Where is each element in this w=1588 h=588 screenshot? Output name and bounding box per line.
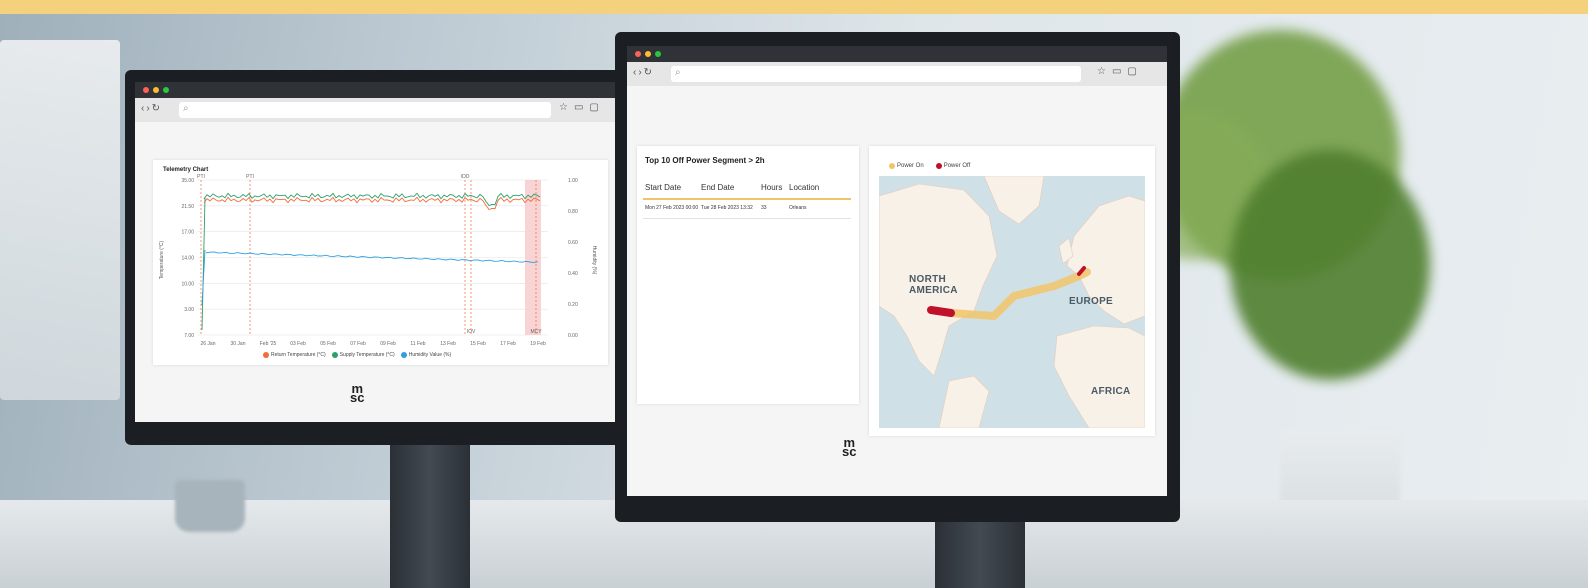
reader-icon[interactable]: ▭ [1112,66,1121,77]
toolbar-icons: ☆ ▭ ▢ [1097,66,1137,77]
table-header: Start Date End Date Hours Location [645,183,819,192]
tabs-icon[interactable]: ▢ [1127,66,1136,77]
map-legend: Power On Power Off [889,163,970,169]
x-tick-label: 13 Feb [440,341,456,347]
browser-chrome: ‹›↻ ⌕ ☆ ▭ ▢ [135,82,623,122]
y-left-tick-label: 7.00 [184,333,194,339]
world-map[interactable]: NORTH AMERICA EUROPE AFRICA [879,176,1145,428]
window-controls [143,87,169,93]
y-left-tick-label: 21.50 [181,204,194,210]
right-monitor: ‹›↻ ⌕ ☆ ▭ ▢ Top 10 Off Power Segment > 2… [615,32,1180,522]
y-left-tick-label: 14.00 [181,256,194,262]
event-marker-label: IOD [461,174,470,180]
legend-power-off[interactable]: Power Off [935,163,970,169]
x-tick-label: 19 Feb [530,341,546,347]
event-marker-label: MCY [530,329,542,335]
x-tick-label: 15 Feb [470,341,486,347]
y-left-tick-label: 17.00 [181,230,194,236]
maximize-dot[interactable] [163,87,169,93]
table-row[interactable]: Mon 27 Feb 2023 00:00 Tue 28 Feb 2023 13… [645,205,807,211]
y-left-tick-label: 35.00 [181,178,194,184]
greenland-landmass [983,176,1045,225]
star-icon[interactable]: ☆ [559,102,568,113]
chart-legend: Return Temperature (°C) Supply Temperatu… [263,352,451,358]
y-left-axis-title: Temperature (°C) [159,240,165,279]
map-label-europe: EUROPE [1069,296,1114,307]
return-temp-line [203,196,541,211]
nav-arrows[interactable]: ‹›↻ [141,103,162,114]
x-tick-label: 05 Feb [320,341,336,347]
col-end-date[interactable]: End Date [701,183,761,192]
msc-logo: m sc [350,381,365,405]
legend-supply-temp[interactable]: Supply Temperature (°C) [331,352,395,358]
legend-power-on[interactable]: Power On [889,163,924,169]
background-monitor [0,40,120,400]
route-power-off[interactable] [927,306,955,317]
y-right-tick-label: 0.00 [568,333,578,339]
event-marker-label: PTI [197,174,205,180]
alarm-shaded-region [525,180,541,335]
y-right-tick-label: 0.60 [568,240,578,246]
y-right-tick-label: 0.20 [568,302,578,308]
x-tick-label: 03 Feb [290,341,306,347]
y-left-tick-label: 10.00 [181,281,194,287]
x-tick-label: 09 Feb [380,341,396,347]
y-right-tick-label: 1.00 [568,178,578,184]
x-tick-label: 30 Jan [230,341,245,347]
col-location[interactable]: Location [789,183,819,192]
tabs-icon[interactable]: ▢ [589,102,598,113]
event-marker-label: IOV [467,329,476,335]
map-label-africa: AFRICA [1091,386,1131,397]
telemetry-chart-panel: Telemetry Chart 35.00 21.50 17.00 14.00 10.0… [153,160,608,365]
south-america-landmass [938,375,990,428]
maximize-dot[interactable] [655,51,661,57]
table-title: Top 10 Off Power Segment > 2h [645,156,765,165]
address-field[interactable]: ⌕ [671,66,1081,82]
browser-chrome: ‹›↻ ⌕ ☆ ▭ ▢ [627,46,1167,86]
minimize-dot[interactable] [645,51,651,57]
header-underline [643,198,851,200]
y-right-tick-label: 0.80 [568,209,578,215]
route-map-panel: Power On Power Off NORTH AMERICA EUROPE … [869,146,1155,436]
url-bar: ‹›↻ ⌕ ☆ ▭ ▢ [627,62,1167,86]
address-field[interactable]: ⌕ [179,102,551,118]
x-tick-label: 17 Feb [500,341,516,347]
toolbar-icons: ☆ ▭ ▢ [559,102,599,113]
africa-landmass [1053,325,1145,428]
x-tick-label: 11 Feb [410,341,425,347]
close-dot[interactable] [143,87,149,93]
search-icon: ⌕ [183,103,189,114]
y-right-axis-title: Humidity (%) [591,246,597,275]
top-accent-strip [0,0,1588,14]
x-tick-label: Feb '25 [260,341,277,347]
x-tick-label: 07 Feb [350,341,366,347]
y-right-tick-label: 0.40 [568,271,578,277]
legend-return-temp[interactable]: Return Temperature (°C) [263,352,326,358]
map-label-north-america: NORTH AMERICA [909,274,958,296]
right-monitor-screen: ‹›↻ ⌕ ☆ ▭ ▢ Top 10 Off Power Segment > 2… [627,46,1167,496]
y-left-tick-label: 3.00 [184,307,194,313]
close-dot[interactable] [635,51,641,57]
x-tick-label: 26 Jan [200,341,215,347]
col-hours[interactable]: Hours [761,183,789,192]
off-power-table-panel: Top 10 Off Power Segment > 2h Start Date… [637,146,859,404]
nav-arrows[interactable]: ‹›↻ [633,67,654,78]
left-monitor-stand [390,430,470,588]
msc-logo: m sc [842,435,857,459]
left-monitor: ‹›↻ ⌕ ☆ ▭ ▢ Telemetry Chart 35.00 21.50 17… [125,70,635,445]
telemetry-chart: 35.00 21.50 17.00 14.00 10.00 3.00 7.00 1.00 0.8… [159,174,597,347]
plant-foliage [1230,150,1430,380]
left-monitor-screen: ‹›↻ ⌕ ☆ ▭ ▢ Telemetry Chart 35.00 21.50 17… [135,82,623,422]
supply-temp-line [203,192,541,207]
minimize-dot[interactable] [153,87,159,93]
star-icon[interactable]: ☆ [1097,66,1106,77]
mug [175,480,245,532]
legend-humidity[interactable]: Humidity Value (%) [400,352,451,358]
reader-icon[interactable]: ▭ [574,102,583,113]
search-icon: ⌕ [675,67,681,78]
event-marker-label: PTI [246,174,254,180]
window-controls [635,51,661,57]
col-start-date[interactable]: Start Date [645,183,701,192]
url-bar: ‹›↻ ⌕ ☆ ▭ ▢ [135,98,623,122]
